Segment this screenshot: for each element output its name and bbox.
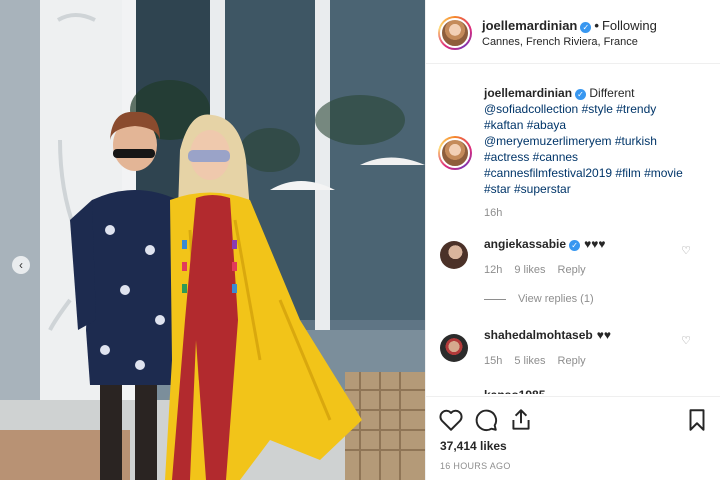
caption-avatar[interactable] [438, 136, 472, 170]
author-line: joellemardinian ✓ • Following [482, 18, 657, 33]
comments-section: joellemardinian ✓ Different @sofiadcollec… [426, 64, 720, 394]
caption-time: 16h [484, 207, 503, 219]
share-icon[interactable] [508, 407, 534, 433]
divider [484, 298, 506, 300]
post-photo[interactable]: ‹ [0, 0, 425, 480]
caption-username[interactable]: joellemardinian [484, 86, 572, 100]
caption-line[interactable]: @meryemuzerlimeryem #turkish [484, 134, 657, 148]
comment-username[interactable]: kanso1985 [484, 388, 545, 394]
likes-count[interactable]: 37,414 likes [440, 439, 507, 453]
comment-likes[interactable]: 5 likes [514, 355, 545, 367]
commenter-avatar[interactable] [440, 334, 468, 362]
verified-badge-icon: ✓ [569, 240, 581, 251]
post-details-panel: joellemardinian ✓ • Following Cannes, Frenc… [425, 0, 720, 480]
verified-badge-icon: ✓ [575, 89, 587, 100]
comment-username[interactable]: shahedalmohtaseb [484, 328, 593, 342]
heart-icon[interactable] [438, 407, 464, 433]
commenter-avatar[interactable] [440, 241, 468, 269]
separator-dot: • [594, 18, 599, 33]
caption-line: Different [589, 86, 635, 100]
author-username[interactable]: joellemardinian [482, 18, 577, 33]
caption: joellemardinian ✓ Different @sofiadcollec… [484, 85, 712, 197]
comment-time: 15h [484, 355, 503, 367]
reply-button[interactable]: Reply [558, 264, 586, 276]
comment-like-icon[interactable]: ♡ [681, 334, 691, 347]
view-replies-button[interactable]: View replies (1) [484, 293, 594, 305]
caption-line[interactable]: @sofiadcollection #style #trendy [484, 102, 656, 116]
verified-badge-icon: ✓ [580, 22, 592, 33]
comment-like-icon[interactable]: ♡ [681, 244, 691, 257]
post-timestamp[interactable]: 16 HOURS AGO [440, 461, 511, 471]
comment-username[interactable]: angiekassabie [484, 237, 566, 251]
post-location[interactable]: Cannes, French Riviera, France [482, 36, 638, 48]
comment-icon[interactable] [473, 407, 499, 433]
chevron-left-icon: ‹ [19, 258, 23, 272]
comment-meta: 12h 9 likes Reply [484, 264, 598, 276]
bookmark-icon[interactable] [684, 407, 710, 433]
caption-line[interactable]: #cannesfilmfestival2019 #film #movie [484, 166, 683, 180]
photo-illustration [0, 0, 425, 480]
caption-line[interactable]: #star #superstar [484, 182, 571, 196]
following-button[interactable]: Following [602, 18, 657, 33]
caption-line[interactable]: #kaftan #abaya [484, 118, 566, 132]
comment-line: angiekassabie ✓ ♥♥♥ [484, 237, 605, 251]
post-actions: 37,414 likes 16 HOURS AGO [426, 396, 720, 480]
reply-button[interactable]: Reply [558, 355, 586, 367]
post-header: joellemardinian ✓ • Following Cannes, Frenc… [426, 0, 720, 64]
caption-line[interactable]: #actress #cannes [484, 150, 578, 164]
comment-text: ♥♥ [596, 328, 611, 342]
view-replies-label: View replies (1) [518, 293, 594, 305]
comment-meta: 15h 5 likes Reply [484, 355, 598, 367]
author-avatar[interactable] [438, 16, 472, 50]
comment-likes[interactable]: 9 likes [514, 264, 545, 276]
comment-time: 12h [484, 264, 503, 276]
previous-photo-button[interactable]: ‹ [12, 256, 30, 274]
comment-text: ♥♥♥ [584, 237, 606, 251]
comment-line: shahedalmohtaseb ♥♥ [484, 328, 611, 342]
